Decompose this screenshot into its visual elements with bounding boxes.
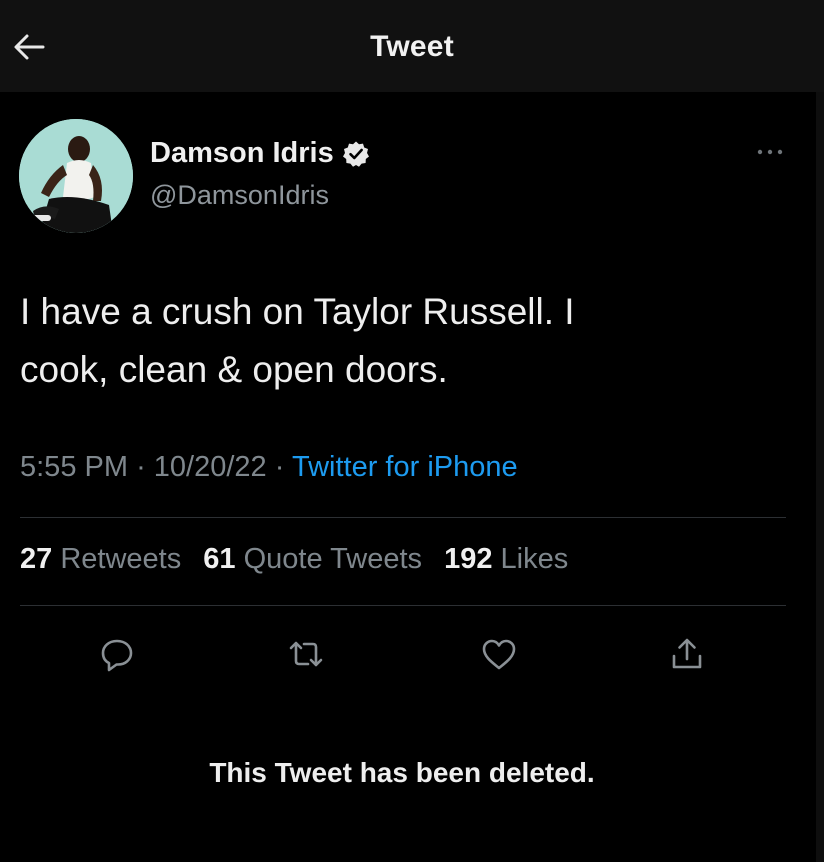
likes-count: 192 xyxy=(444,543,493,575)
quote-tweets-label: Quote Tweets xyxy=(243,543,423,575)
scrollbar-track xyxy=(816,92,824,862)
more-options-icon[interactable] xyxy=(752,140,788,164)
divider xyxy=(20,517,786,518)
retweet-button[interactable] xyxy=(284,634,328,678)
quote-tweets-stat[interactable]: 61 Quote Tweets xyxy=(203,543,422,575)
tweet-text-line: cook, clean & open doors. xyxy=(20,349,448,390)
retweets-label: Retweets xyxy=(60,543,182,575)
divider xyxy=(20,605,786,606)
author-display-name[interactable]: Damson Idris xyxy=(150,137,370,170)
tweet-stats: 27 Retweets 61 Quote Tweets 192 Likes xyxy=(20,543,582,576)
top-bar: Tweet xyxy=(0,0,824,92)
share-button[interactable] xyxy=(665,634,709,678)
tweet-date[interactable]: 10/20/22 xyxy=(154,451,267,483)
page-title: Tweet xyxy=(370,30,454,63)
retweets-count: 27 xyxy=(20,543,53,575)
tweet-meta: 5:55 PM · 10/20/22 · Twitter for iPhone xyxy=(20,451,518,484)
tweet-time[interactable]: 5:55 PM xyxy=(20,451,128,483)
like-icon xyxy=(479,634,519,679)
meta-separator: · xyxy=(136,451,146,483)
meta-separator: · xyxy=(274,451,285,483)
tweet-text-line: I have a crush on Taylor Russell. I xyxy=(20,291,575,332)
tweet-source-link[interactable]: Twitter for iPhone xyxy=(292,451,518,483)
retweets-stat[interactable]: 27 Retweets xyxy=(20,543,181,575)
author-handle[interactable]: @DamsonIdris xyxy=(150,180,329,211)
author-name-text: Damson Idris xyxy=(150,137,334,169)
quote-tweets-count: 61 xyxy=(203,543,236,575)
verified-badge-icon xyxy=(342,140,370,168)
tweet-text: I have a crush on Taylor Russell. I cook… xyxy=(20,283,780,399)
reply-icon xyxy=(97,634,137,679)
likes-label: Likes xyxy=(500,543,569,575)
reply-button[interactable] xyxy=(95,634,139,678)
deleted-notice: This Tweet has been deleted. xyxy=(209,757,595,788)
like-button[interactable] xyxy=(477,634,521,678)
retweet-icon xyxy=(286,634,326,679)
likes-stat[interactable]: 192 Likes xyxy=(444,543,568,575)
share-icon xyxy=(667,634,707,679)
avatar[interactable] xyxy=(19,119,133,233)
